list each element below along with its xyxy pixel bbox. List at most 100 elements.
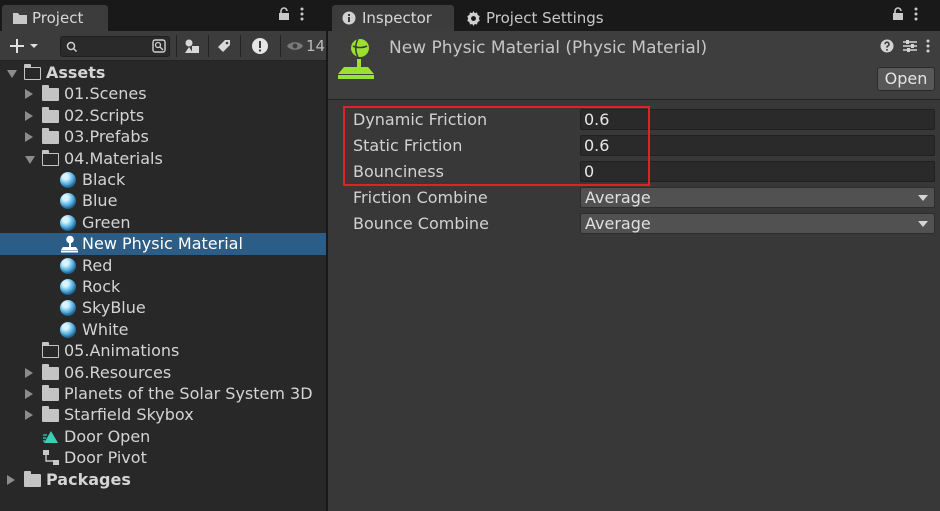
lock-icon[interactable] bbox=[278, 7, 290, 21]
tree-row[interactable]: 01.Scenes bbox=[0, 83, 326, 104]
tree-row[interactable]: Green bbox=[0, 212, 326, 233]
animation-clip-icon bbox=[43, 430, 58, 443]
search-input[interactable] bbox=[81, 37, 143, 56]
property-label: Bounciness bbox=[353, 162, 444, 181]
material-icon bbox=[60, 193, 76, 210]
tree-row[interactable]: Packages bbox=[0, 469, 326, 490]
tree-row[interactable]: 04.Materials bbox=[0, 148, 326, 169]
tree-row[interactable]: White bbox=[0, 319, 326, 340]
tree-row[interactable]: Starfield Skybox bbox=[0, 404, 326, 425]
tab-inspector-label: Inspector bbox=[362, 9, 432, 27]
tree-row[interactable]: Assets bbox=[0, 62, 326, 83]
property-label: Bounce Combine bbox=[353, 214, 489, 233]
material-icon bbox=[60, 257, 76, 274]
property-dropdown[interactable]: Average bbox=[580, 213, 935, 234]
kebab-menu-icon[interactable] bbox=[300, 7, 304, 21]
inspector-tab-controls bbox=[892, 7, 918, 21]
inspector-title: New Physic Material (Physic Material) bbox=[389, 38, 708, 58]
tag-icon bbox=[218, 40, 230, 52]
open-button[interactable]: Open bbox=[877, 67, 935, 91]
folder-icon bbox=[42, 85, 59, 102]
folder-open-icon bbox=[41, 149, 59, 166]
material-icon bbox=[60, 214, 76, 231]
tree-row-label: Assets bbox=[46, 63, 106, 82]
folder-open-icon bbox=[23, 64, 41, 80]
property-row: Dynamic Friction 0.6 bbox=[328, 106, 940, 132]
tree-row[interactable]: 03.Prefabs bbox=[0, 126, 326, 147]
create-button[interactable] bbox=[6, 35, 42, 57]
material-icon bbox=[60, 321, 76, 338]
tree-row-label: 03.Prefabs bbox=[64, 127, 149, 147]
search-by-type-icon[interactable] bbox=[151, 38, 167, 54]
folder-icon bbox=[42, 106, 59, 123]
folder-empty-icon bbox=[41, 342, 59, 359]
tree-row[interactable]: Planets of the Solar System 3D bbox=[0, 383, 326, 404]
tree-row-label: Door Open bbox=[64, 426, 151, 446]
tree-row[interactable]: Blue bbox=[0, 190, 326, 211]
material-icon bbox=[60, 279, 76, 295]
tree-row[interactable]: New Physic Material bbox=[0, 233, 326, 255]
property-float-field[interactable]: 0.6 bbox=[580, 109, 935, 130]
tree-row[interactable]: Black bbox=[0, 169, 326, 190]
search-by-label-button[interactable] bbox=[212, 35, 236, 57]
plus-icon bbox=[10, 39, 24, 53]
tree-row-label: Door Pivot bbox=[64, 448, 147, 468]
material-icon bbox=[60, 172, 76, 188]
tree-row[interactable]: 05.Animations bbox=[0, 340, 326, 361]
console-errors-button[interactable] bbox=[246, 35, 274, 57]
dropdown-value: Average bbox=[585, 214, 651, 233]
dropdown-arrow-icon bbox=[918, 221, 928, 227]
property-row: Bounciness 0 bbox=[328, 158, 940, 184]
foldout-expanded-icon[interactable] bbox=[25, 155, 35, 164]
kebab-menu-icon[interactable] bbox=[926, 39, 930, 53]
tab-project[interactable]: Project bbox=[2, 5, 108, 31]
property-row: Bounce Combine Average bbox=[328, 210, 940, 236]
tree-row-label: 02.Scripts bbox=[64, 105, 145, 125]
foldout-collapsed-icon[interactable] bbox=[25, 367, 33, 378]
dropdown-value: Average bbox=[585, 188, 651, 207]
tree-row-label: Black bbox=[82, 170, 126, 189]
folder-icon bbox=[42, 385, 59, 401]
project-toolbar: 14 bbox=[0, 31, 326, 61]
presets-icon[interactable] bbox=[902, 39, 918, 53]
search-by-type-button[interactable] bbox=[180, 35, 204, 57]
property-float-field[interactable]: 0.6 bbox=[580, 135, 935, 156]
folder-icon bbox=[42, 363, 59, 380]
tree-row-label: White bbox=[82, 319, 129, 339]
physic-material-icon bbox=[338, 38, 374, 79]
chevron-down-icon bbox=[30, 44, 38, 48]
folder-icon bbox=[13, 13, 27, 24]
help-icon[interactable] bbox=[880, 39, 894, 53]
property-dropdown[interactable]: Average bbox=[580, 187, 935, 208]
foldout-collapsed-icon[interactable] bbox=[25, 110, 33, 121]
foldout-collapsed-icon[interactable] bbox=[25, 389, 33, 399]
error-icon bbox=[252, 38, 268, 54]
property-label: Friction Combine bbox=[353, 188, 488, 207]
tree-row[interactable]: Door Pivot bbox=[0, 447, 326, 468]
tree-row-label: Rock bbox=[82, 277, 121, 296]
tab-inspector[interactable]: Inspector bbox=[332, 5, 454, 31]
tab-project-label: Project bbox=[32, 9, 84, 27]
tree-row[interactable]: SkyBlue bbox=[0, 297, 326, 318]
kebab-menu-icon[interactable] bbox=[914, 7, 918, 21]
property-float-field[interactable]: 0 bbox=[580, 161, 935, 182]
hidden-packages-toggle[interactable]: 14 bbox=[286, 35, 326, 57]
tab-project-settings[interactable]: Project Settings bbox=[456, 5, 624, 31]
shapes-icon bbox=[185, 39, 199, 53]
foldout-expanded-icon[interactable] bbox=[7, 70, 17, 78]
foldout-collapsed-icon[interactable] bbox=[25, 410, 33, 421]
tree-row[interactable]: 02.Scripts bbox=[0, 105, 326, 126]
tree-row-label: 06.Resources bbox=[64, 362, 172, 382]
foldout-collapsed-icon[interactable] bbox=[25, 89, 33, 100]
tree-row[interactable]: 06.Resources bbox=[0, 362, 326, 383]
info-icon bbox=[342, 11, 356, 25]
search-field[interactable] bbox=[60, 36, 170, 57]
tree-row-label: Packages bbox=[46, 469, 131, 489]
tree-row[interactable]: Door Open bbox=[0, 426, 326, 447]
tree-row[interactable]: Rock bbox=[0, 276, 326, 297]
lock-icon[interactable] bbox=[892, 7, 904, 21]
tree-row[interactable]: Red bbox=[0, 255, 326, 276]
property-label: Dynamic Friction bbox=[353, 110, 488, 129]
foldout-collapsed-icon[interactable] bbox=[25, 132, 33, 143]
foldout-collapsed-icon[interactable] bbox=[7, 474, 15, 485]
